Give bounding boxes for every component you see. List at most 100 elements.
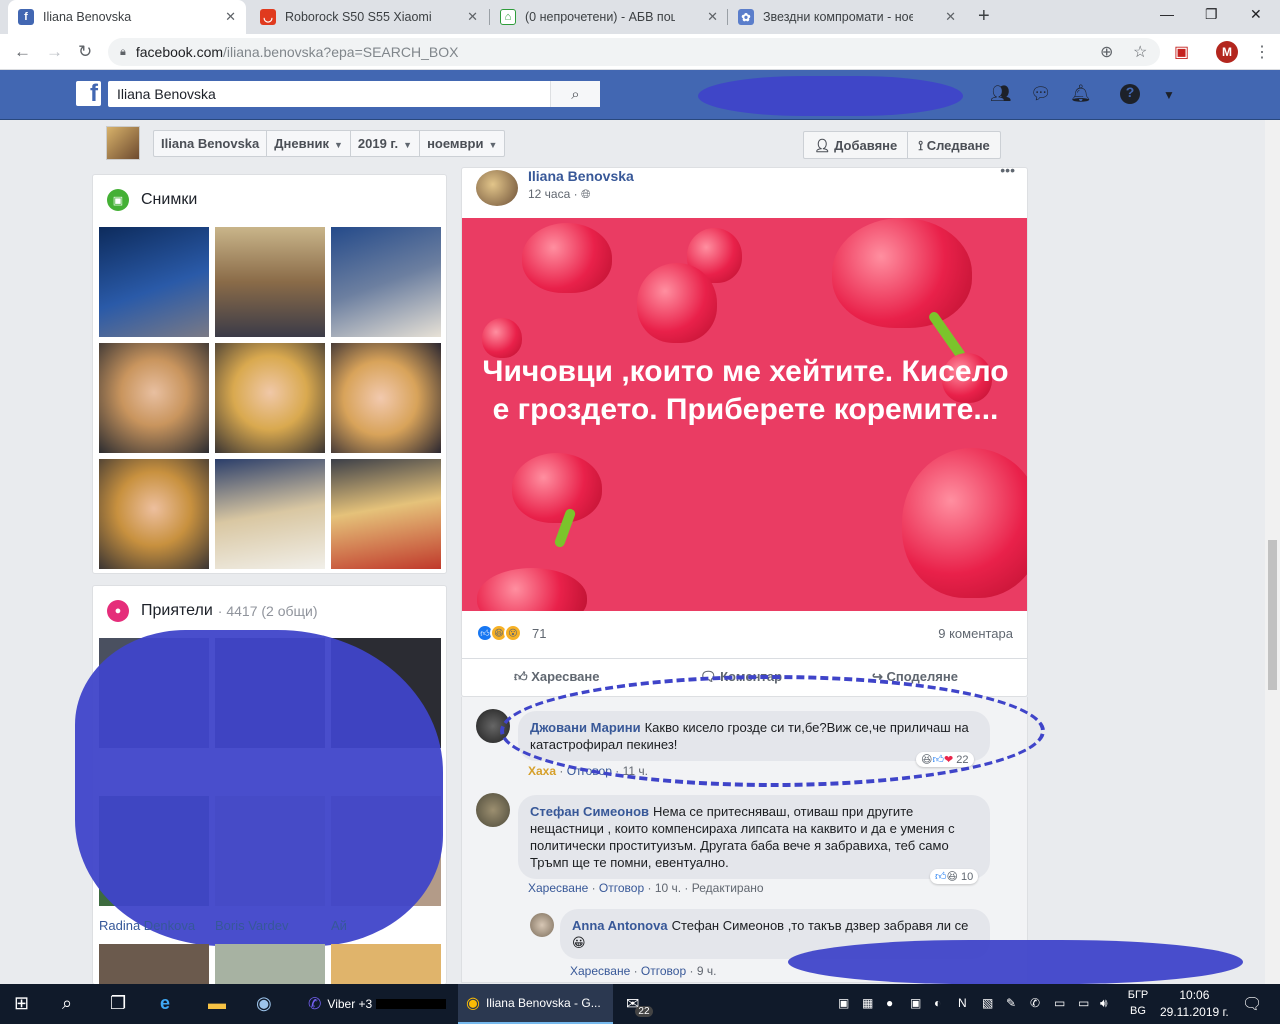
friend-photo[interactable] (99, 944, 209, 988)
back-arrow-icon[interactable]: ← (14, 42, 31, 62)
close-icon[interactable]: ✕ (707, 9, 718, 25)
bookmark-star-icon[interactable]: ☆ (1133, 42, 1147, 62)
tray-app-icon[interactable]: ▭ (1054, 996, 1065, 1010)
window-close-icon[interactable]: ✕ (1250, 6, 1262, 23)
photos-header[interactable]: ▣ Снимки (107, 189, 197, 211)
messenger-icon[interactable]: 💬︎ (1030, 84, 1052, 104)
volume-icon[interactable]: 🔊︎ (1100, 996, 1108, 1011)
commenter-avatar[interactable] (476, 793, 510, 827)
system-clock[interactable]: 10:06 29.11.2019 г. (1160, 987, 1229, 1021)
tray-app-icon[interactable]: N (958, 996, 967, 1010)
network-icon[interactable]: ▭ (1078, 996, 1089, 1010)
photo-thumbnail[interactable] (215, 343, 325, 453)
profile-avatar[interactable]: M (1216, 41, 1238, 63)
close-icon[interactable]: ✕ (945, 9, 956, 25)
search-icon[interactable]: ⌕ (62, 993, 72, 1014)
taskbar-viber[interactable]: ✆ Viber +3 (300, 984, 450, 1024)
edge-icon[interactable]: e (160, 993, 170, 1014)
reaction-summary[interactable]: 👍︎ 😆︎ 😮︎ 71 (476, 624, 546, 642)
help-icon[interactable]: ? (1120, 84, 1140, 104)
taskbar-mail[interactable]: ✉ 22 (618, 984, 668, 1024)
profile-thumbnail[interactable] (106, 126, 140, 160)
like-link[interactable]: Харесване (570, 964, 630, 978)
tray-app-icon[interactable]: ◐ (934, 996, 941, 1010)
close-icon[interactable]: ✕ (467, 9, 478, 25)
tab-iliana-benovska[interactable]: f Iliana Benovska ✕ (8, 0, 246, 34)
friend-photo[interactable] (331, 944, 441, 988)
post-author-avatar[interactable] (476, 170, 518, 206)
menu-kebab-icon[interactable]: ⋮ (1254, 42, 1270, 62)
taskbar-chrome[interactable]: ◉ Iliana Benovska - G... (458, 984, 613, 1024)
search-icon[interactable]: ⌕ (550, 81, 600, 107)
task-view-icon[interactable]: ❐ (110, 993, 126, 1014)
reaction-link[interactable]: Хаха (528, 764, 556, 778)
pdf-extension-icon[interactable]: ▣ (1174, 42, 1189, 62)
tab-zvezdni-kompromati[interactable]: ✿ Звездни компромати - ноември ✕ (728, 0, 966, 34)
reload-icon[interactable]: ↻ (78, 42, 92, 62)
photo-thumbnail[interactable] (215, 459, 325, 569)
add-friend-button[interactable]: 👤︎ Добавяне (804, 132, 909, 158)
crumb-year[interactable]: 2019 г. ▼ (351, 131, 421, 156)
friend-photo[interactable] (215, 944, 325, 988)
friend-requests-icon[interactable]: 👥︎ (990, 84, 1012, 104)
new-tab-plus-icon[interactable]: + (978, 5, 990, 28)
crumb-timeline[interactable]: Дневник ▼ (267, 131, 351, 156)
notifications-bell-icon[interactable]: 🔔︎ (1070, 84, 1092, 104)
account-dropdown-icon[interactable]: ▼ (1163, 88, 1175, 102)
viber-icon[interactable]: ✆ (1030, 996, 1040, 1010)
forward-arrow-icon[interactable]: → (46, 42, 63, 62)
reply-link[interactable]: Отговор (641, 964, 686, 978)
page-scrollbar[interactable] (1265, 120, 1280, 984)
photo-thumbnail[interactable] (331, 459, 441, 569)
close-icon[interactable]: ✕ (225, 9, 236, 25)
tray-app-icon[interactable]: ▦ (862, 996, 873, 1010)
friends-header[interactable]: ● Приятели · 4417 (2 общи) (107, 600, 318, 622)
post-options-icon[interactable]: ••• (1000, 168, 1015, 178)
file-explorer-icon[interactable]: ▬ (208, 993, 226, 1014)
comment-time[interactable]: 10 ч. (655, 881, 681, 895)
commenter-name-link[interactable]: Anna Antonova (572, 918, 668, 933)
tab-abv-mail[interactable]: ⌂ (0 непрочетени) - АБВ поща ✕ (490, 0, 728, 34)
network-app-icon[interactable]: ◉ (256, 993, 272, 1014)
photo-thumbnail[interactable] (215, 227, 325, 337)
like-button[interactable]: 👍︎ Харесване (514, 669, 599, 685)
zoom-icon[interactable]: ⊕ (1100, 42, 1113, 62)
restore-icon[interactable]: ❐ (1205, 6, 1218, 23)
friend-name-link[interactable]: Ай (331, 918, 347, 933)
reply-link[interactable]: Отговор (599, 881, 644, 895)
photo-thumbnail[interactable] (331, 227, 441, 337)
facebook-logo-icon[interactable]: f (76, 81, 101, 106)
post-image[interactable]: Чичовци ,които ме хейтите. Кисело е гроз… (462, 218, 1027, 611)
crumb-month[interactable]: ноември ▼ (420, 131, 504, 156)
tray-app-icon[interactable]: ● (886, 996, 893, 1010)
tray-app-icon[interactable]: ✎ (1006, 996, 1016, 1010)
windows-start-icon[interactable]: ⊞ (14, 993, 29, 1014)
crumb-name[interactable]: Iliana Benovska (154, 131, 268, 156)
commenter-avatar[interactable] (530, 913, 554, 937)
edited-label[interactable]: Редактирано (692, 881, 764, 895)
friend-name-link[interactable]: Radina Denkova (99, 918, 195, 933)
tray-app-icon[interactable]: ▣ (838, 996, 849, 1010)
tray-app-icon[interactable]: ▧ (982, 996, 993, 1010)
comment-count-link[interactable]: 9 коментара (938, 626, 1013, 641)
photo-thumbnail[interactable] (99, 459, 209, 569)
comment-time[interactable]: 9 ч. (697, 964, 717, 978)
tray-app-icon[interactable]: ▣ (910, 996, 921, 1010)
action-center-icon[interactable]: 🗨︎ (1242, 994, 1262, 1014)
tab-roborock[interactable]: ◡ Roborock S50 S55 Xiaomi Vacuum ✕ (250, 0, 488, 34)
address-bar[interactable]: 🔒︎ facebook.com/iliana.benovska?epa=SEAR… (108, 38, 1160, 66)
photo-thumbnail[interactable] (99, 227, 209, 337)
commenter-name-link[interactable]: Стефан Симеонов (530, 804, 649, 819)
scrollbar-thumb[interactable] (1268, 540, 1277, 690)
photo-thumbnail[interactable] (99, 343, 209, 453)
search-input[interactable]: Iliana Benovska (108, 81, 600, 107)
language-indicator[interactable]: БГР BG (1124, 987, 1152, 1019)
comment-reactions[interactable]: 👍︎ 😆︎ 10 (930, 869, 979, 884)
friend-name-link[interactable]: Boris Vardev (215, 918, 288, 933)
post-author-link[interactable]: Iliana Benovska (528, 168, 634, 184)
photo-thumbnail[interactable] (331, 343, 441, 453)
post-timestamp[interactable]: 12 часа · 🌐︎ (528, 187, 591, 202)
follow-button[interactable]: ⟟ Следване (908, 132, 1000, 158)
like-link[interactable]: Харесване (528, 881, 588, 895)
minimize-icon[interactable]: — (1160, 6, 1174, 22)
